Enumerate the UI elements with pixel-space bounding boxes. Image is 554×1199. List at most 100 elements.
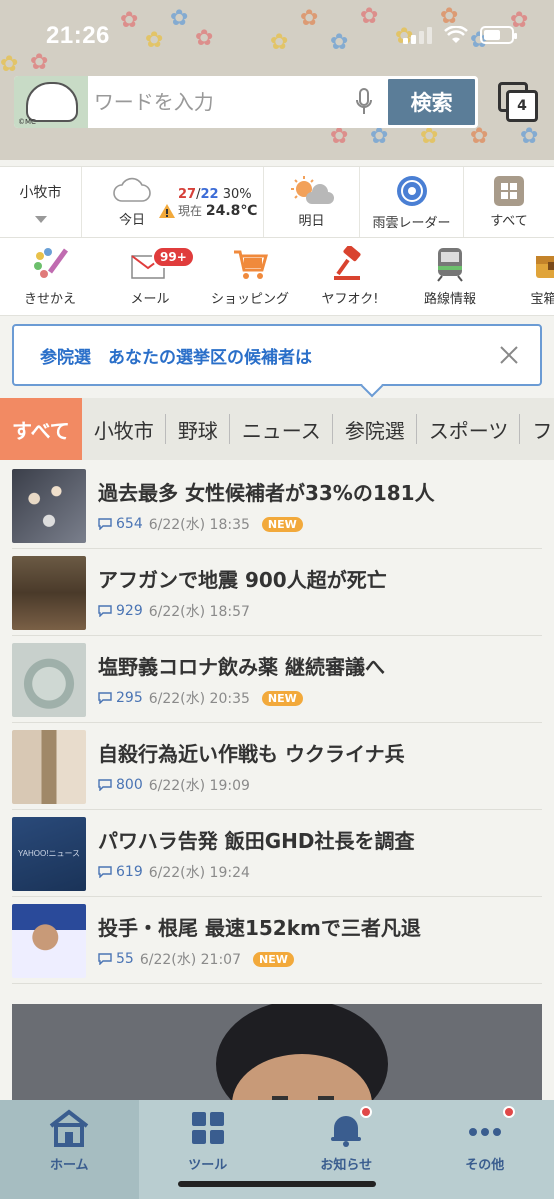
search-bar: ©MC 検索 [14, 76, 478, 128]
notice-text: 参院選 あなたの選挙区の候補者は [40, 347, 312, 368]
tomorrow-label: 明日 [298, 213, 325, 229]
nav-home[interactable]: ホーム [0, 1100, 139, 1199]
notification-dot [360, 1106, 372, 1118]
service-route[interactable]: 路線情報 [400, 238, 500, 315]
clock: 21:26 [46, 22, 110, 49]
high-temp: 27 [178, 187, 197, 202]
tabs-button[interactable]: 4 [498, 82, 538, 122]
radar-icon [396, 175, 427, 206]
current-prefix: 現在 [178, 204, 203, 218]
comment-count: 55 [116, 951, 134, 967]
news-date: 6/22(水) 19:09 [148, 778, 250, 794]
service-yahuoku[interactable]: ヤフオク! [300, 238, 400, 315]
close-icon[interactable] [496, 342, 522, 368]
tab-baseball[interactable]: 野球 [166, 398, 230, 460]
news-title: 投手・根尾 最速152kmで三者凡退 [98, 916, 421, 940]
more-icon [468, 1128, 501, 1136]
tab-election[interactable]: 参院選 [333, 398, 417, 460]
news-thumbnail [12, 903, 86, 978]
comment-icon [98, 692, 112, 704]
warning-icon [159, 204, 175, 218]
city-name: 小牧市 [19, 184, 62, 201]
news-item[interactable]: アフガンで地震 900人超が死亡 929 6/22(水) 18:57 [0, 549, 554, 636]
new-badge: NEW [261, 690, 303, 706]
news-title: 自殺行為近い作戦も ウクライナ兵 [98, 742, 405, 766]
new-badge: NEW [261, 516, 303, 532]
status-bar: 21:26 [0, 20, 554, 56]
comment-count: 619 [116, 864, 143, 880]
all-services[interactable]: すべて [464, 167, 554, 237]
current-temp: 24.8℃ [205, 203, 258, 219]
bottom-navigation: ホーム ツール お知らせ その他 [0, 1100, 554, 1199]
news-date: 6/22(水) 18:57 [148, 604, 250, 620]
news-date: 6/22(水) 19:24 [148, 865, 250, 881]
tab-all[interactable]: すべて [0, 398, 82, 460]
flower-decoration-icon: ✿ [520, 124, 539, 149]
new-badge: NEW [253, 951, 294, 967]
tomorrow-weather[interactable]: 明日 [264, 167, 360, 237]
mail-badge: 99+ [152, 246, 195, 268]
tab-news[interactable]: ニュース [230, 398, 333, 460]
paint-brush-icon [34, 248, 69, 278]
rain-radar[interactable]: 雨雲レーダー [360, 167, 464, 237]
news-item[interactable]: 自殺行為近い作戦も ウクライナ兵 800 6/22(水) 19:09 [0, 723, 554, 810]
sun-cloud-icon [290, 175, 334, 204]
city-selector[interactable]: 小牧市 [0, 167, 82, 237]
news-title: アフガンで地震 900人超が死亡 [98, 568, 387, 592]
low-temp: 22 [200, 187, 219, 202]
search-input[interactable] [87, 76, 343, 128]
weather-bar: 小牧市 今日 27/22 30% 現在 24.8℃ 明日 雨雲レーダー すべて [0, 166, 554, 238]
nav-more[interactable]: その他 [416, 1100, 554, 1199]
notice-pointer [360, 374, 384, 398]
tab-more[interactable]: フォ [520, 398, 554, 460]
service-treasure[interactable]: 宝箱く [500, 238, 554, 315]
news-item[interactable]: 塩野義コロナ飲み薬 継続審議へ 295 6/22(水) 20:35 NEW [0, 636, 554, 723]
battery-icon [480, 26, 517, 44]
tab-count: 4 [506, 90, 538, 122]
chevron-down-icon [34, 215, 47, 223]
cloud-icon [113, 177, 151, 202]
service-shortcuts: きせかえ 99+ メール ショッピング ヤフオク! 路線情報 宝箱 [0, 238, 554, 316]
news-item[interactable]: YAHOO!ニュース パワハラ告発 飯田GHD社長を調査 619 6/22(水)… [0, 810, 554, 897]
today-label: 今日 [118, 212, 145, 228]
comment-count: 654 [116, 516, 143, 532]
comment-count: 800 [116, 777, 143, 793]
home-indicator [178, 1181, 376, 1187]
news-item[interactable]: 過去最多 女性候補者が33%の181人 654 6/22(水) 18:35 NE… [0, 462, 554, 549]
today-weather[interactable]: 今日 27/22 30% 現在 24.8℃ [82, 167, 264, 237]
service-kisekae[interactable]: きせかえ [0, 238, 100, 315]
comment-count: 929 [116, 603, 143, 619]
signal-icon [403, 26, 432, 44]
wifi-icon [444, 26, 468, 43]
notification-dot [502, 1106, 515, 1118]
news-title: 塩野義コロナ飲み薬 継続審議へ [98, 655, 385, 679]
news-thumbnail [12, 642, 86, 717]
service-mail[interactable]: 99+ メール [100, 238, 200, 315]
microphone-icon[interactable] [343, 76, 385, 128]
featured-photo[interactable] [12, 1004, 542, 1114]
comment-icon [98, 518, 112, 530]
all-label: すべて [490, 213, 528, 229]
moomin-logo[interactable]: ©MC [14, 76, 88, 128]
search-button[interactable]: 検索 [385, 76, 478, 128]
news-list: 過去最多 女性候補者が33%の181人 654 6/22(水) 18:35 NE… [0, 462, 554, 984]
tab-sports[interactable]: スポーツ [417, 398, 521, 460]
news-title: 過去最多 女性候補者が33%の181人 [98, 481, 435, 505]
service-shopping[interactable]: ショッピング [200, 238, 300, 315]
category-tabs: すべて 小牧市 野球 ニュース 参院選 スポーツ フォ [0, 398, 554, 460]
home-icon [50, 1109, 89, 1147]
comment-icon [98, 779, 112, 791]
news-date: 6/22(水) 18:35 [148, 517, 250, 533]
tab-komaki[interactable]: 小牧市 [82, 398, 166, 460]
comment-icon [98, 605, 112, 617]
comment-count: 295 [116, 690, 143, 706]
election-notice[interactable]: 参院選 あなたの選挙区の候補者は [12, 324, 542, 398]
news-thumbnail [12, 729, 86, 804]
news-thumbnail: YAHOO!ニュース [12, 816, 86, 891]
news-title: パワハラ告発 飯田GHD社長を調査 [98, 829, 415, 853]
train-icon [437, 248, 463, 282]
news-thumbnail [12, 555, 86, 630]
precipitation: 30% [222, 187, 252, 202]
news-item[interactable]: 投手・根尾 最速152kmで三者凡退 55 6/22(水) 21:07 NEW [0, 897, 554, 984]
news-date: 6/22(水) 20:35 [148, 691, 250, 707]
